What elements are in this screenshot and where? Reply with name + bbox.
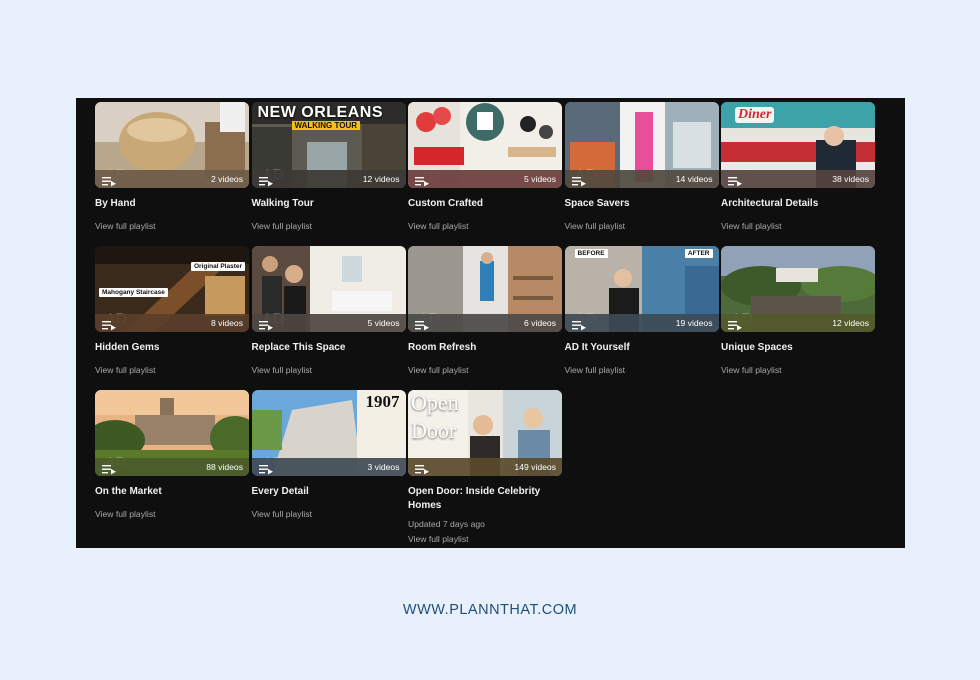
video-count: 19 videos bbox=[675, 318, 713, 328]
playlist-card[interactable]: Original PlasterMahogany StaircaseAD8 vi… bbox=[95, 246, 249, 376]
video-count: 12 videos bbox=[832, 318, 869, 328]
playlist-thumbnail[interactable]: NEW ORLEANSWALKING TOURAD12 videos bbox=[251, 102, 406, 188]
playlist-thumbnail[interactable]: AD88 videos bbox=[95, 390, 249, 476]
playlist-card[interactable]: AD88 videos On the Market View full playli… bbox=[95, 390, 249, 520]
view-full-playlist-link[interactable]: View full playlist bbox=[95, 221, 249, 232]
playlist-card[interactable]: AD5 videos Custom Crafted View full playli… bbox=[408, 102, 562, 232]
playlist-icon bbox=[102, 318, 116, 331]
thumbnail-title-text: Open bbox=[411, 390, 459, 415]
playlist-icon bbox=[415, 318, 429, 331]
playlist-title[interactable]: AD It Yourself bbox=[565, 341, 719, 355]
video-count: 12 videos bbox=[362, 174, 400, 184]
playlist-icon bbox=[728, 318, 742, 331]
updated-date: Updated 7 days ago bbox=[408, 519, 485, 529]
view-full-playlist-link[interactable]: View full playlist bbox=[95, 365, 249, 376]
playlist-thumbnail[interactable]: 1907AD3 videos bbox=[251, 390, 406, 476]
playlist-title[interactable]: Open Door: Inside Celebrity Homes bbox=[408, 485, 562, 513]
playlist-title[interactable]: Custom Crafted bbox=[408, 197, 562, 211]
video-count: 14 videos bbox=[675, 174, 713, 184]
playlist-thumbnail[interactable]: AD5 videos bbox=[251, 246, 406, 332]
video-count: 3 videos bbox=[367, 462, 400, 472]
playlist-card[interactable]: AD2 videos By Hand View full playlist bbox=[95, 102, 249, 232]
footer-url: WWW.PLANNTHAT.COM bbox=[402, 602, 578, 618]
playlist-icon bbox=[102, 462, 116, 475]
view-full-playlist-link[interactable]: View full playlist bbox=[565, 365, 719, 376]
view-full-playlist-link[interactable]: View full playlist bbox=[252, 365, 406, 376]
thumbnail-year-text: 1907 bbox=[365, 392, 400, 411]
playlist-card[interactable]: NEW ORLEANSWALKING TOURAD12 videos Walkin… bbox=[251, 102, 406, 232]
playlist-card[interactable]: AD5 videos Replace This Space View full pl… bbox=[251, 246, 406, 376]
video-count: 5 videos bbox=[367, 318, 400, 328]
thumbnail-subtitle-text: Door bbox=[411, 418, 457, 443]
playlist-card[interactable]: DinerAD38 videos Architectural Details Vie… bbox=[721, 102, 875, 232]
playlist-title[interactable]: Hidden Gems bbox=[95, 341, 249, 355]
view-full-playlist-link[interactable]: View full playlist bbox=[408, 221, 562, 232]
playlist-thumbnail[interactable]: OpenDoorAD149 videos bbox=[408, 390, 562, 476]
playlist-thumbnail[interactable]: AD14 videos bbox=[564, 102, 719, 188]
view-full-playlist-link[interactable]: View full playlist bbox=[408, 365, 562, 376]
playlist-thumbnail[interactable]: DinerAD38 videos bbox=[721, 102, 875, 188]
thumbnail-label: Mahogany Staircase bbox=[99, 288, 168, 297]
playlist-icon bbox=[258, 462, 273, 475]
playlist-icon bbox=[102, 174, 116, 187]
playlist-thumbnail[interactable]: BEFOREAFTERAD19 videos bbox=[564, 246, 719, 332]
playlist-card[interactable]: AD12 videos Unique Spaces View full playli… bbox=[721, 246, 875, 376]
thumbnail-title-text: NEW ORLEANS bbox=[257, 104, 383, 121]
playlist-card[interactable]: OpenDoorAD149 videosOpen Door: Inside Ce… bbox=[408, 390, 562, 545]
playlist-card[interactable]: 1907AD3 videos Every Detail View full play… bbox=[251, 390, 406, 520]
thumbnail-label: Original Plaster bbox=[190, 262, 245, 271]
playlist-title[interactable]: Every Detail bbox=[252, 485, 406, 499]
view-full-playlist-link[interactable]: View full playlist bbox=[565, 221, 719, 232]
view-full-playlist-link[interactable]: View full playlist bbox=[252, 221, 406, 232]
playlist-icon bbox=[571, 174, 586, 187]
playlist-icon bbox=[258, 174, 273, 187]
video-count: 149 videos bbox=[514, 462, 556, 472]
playlist-icon bbox=[258, 318, 273, 331]
playlist-card[interactable]: AD14 videos Space Savers View full playlis… bbox=[564, 102, 719, 232]
playlist-title[interactable]: Architectural Details bbox=[721, 197, 875, 211]
thumbnail-label: AFTER bbox=[684, 249, 713, 258]
video-count: 8 videos bbox=[210, 318, 243, 328]
playlist-title[interactable]: Unique Spaces bbox=[721, 341, 875, 355]
thumbnail-sign-text: Diner bbox=[735, 107, 775, 123]
playlist-title[interactable]: Space Savers bbox=[565, 197, 719, 211]
video-count: 5 videos bbox=[523, 174, 556, 184]
playlist-title[interactable]: On the Market bbox=[95, 485, 249, 499]
playlist-card[interactable]: BEFOREAFTERAD19 videosAD It YourselfView… bbox=[564, 246, 719, 376]
playlist-icon bbox=[415, 462, 429, 475]
video-count: 2 videos bbox=[210, 174, 243, 184]
playlist-thumbnail[interactable]: AD6 videos bbox=[408, 246, 562, 332]
playlist-card[interactable]: AD6 videos Room Refresh View full playlist bbox=[408, 246, 562, 376]
playlist-title[interactable]: Walking Tour bbox=[252, 197, 406, 211]
playlist-thumbnail[interactable]: AD5 videos bbox=[408, 102, 562, 188]
playlist-thumbnail[interactable]: AD12 videos bbox=[721, 246, 875, 332]
view-full-playlist-link[interactable]: View full playlist bbox=[252, 509, 406, 520]
video-count: 38 videos bbox=[832, 174, 869, 184]
thumbnail-subtitle-text: WALKING TOUR bbox=[291, 121, 361, 130]
video-count: 6 videos bbox=[523, 318, 556, 328]
playlist-icon bbox=[415, 174, 429, 187]
playlist-title[interactable]: Replace This Space bbox=[252, 341, 406, 355]
video-count: 88 videos bbox=[206, 462, 243, 472]
view-full-playlist-link[interactable]: View full playlist bbox=[721, 221, 875, 232]
playlist-icon bbox=[728, 174, 742, 187]
playlists-panel: AD2 videosBy HandView full playlistNEW O… bbox=[76, 98, 905, 548]
view-full-playlist-link[interactable]: View full playlist bbox=[721, 365, 875, 376]
playlist-title[interactable]: Room Refresh bbox=[408, 341, 562, 355]
thumbnail-label: BEFORE bbox=[574, 249, 608, 258]
playlist-thumbnail[interactable]: Original PlasterMahogany StaircaseAD8 vi… bbox=[95, 246, 249, 332]
view-full-playlist-link[interactable]: View full playlist bbox=[408, 534, 562, 545]
view-full-playlist-link[interactable]: View full playlist bbox=[95, 509, 249, 520]
playlist-thumbnail[interactable]: AD2 videos bbox=[95, 102, 249, 188]
playlist-icon bbox=[571, 318, 586, 331]
playlist-title[interactable]: By Hand bbox=[95, 197, 249, 211]
